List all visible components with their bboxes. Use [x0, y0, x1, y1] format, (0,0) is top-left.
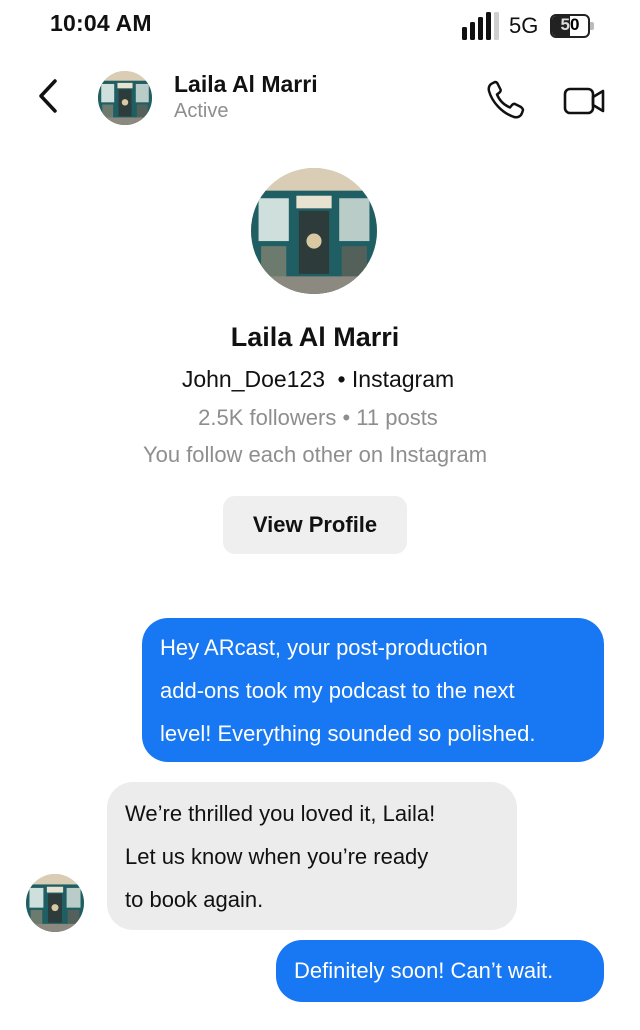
view-profile-button[interactable]: View Profile [223, 496, 407, 554]
phone-icon [487, 80, 525, 119]
storefront-avatar-image [251, 168, 377, 294]
message-line: level! Everything sounded so polished. [160, 721, 536, 746]
back-button[interactable] [30, 74, 66, 118]
chevron-left-icon [39, 79, 57, 113]
profile-handle-row: John_Doe123 • Instagram [0, 366, 636, 393]
message-line: We’re thrilled you loved it, Laila! [125, 801, 436, 826]
profile-name: Laila Al Marri [230, 322, 400, 352]
message-line: Let us know when you’re ready [125, 844, 429, 869]
message-line: Hey ARcast, your post-production [160, 635, 488, 660]
battery-icon: 50 [550, 14, 594, 38]
header-avatar[interactable] [98, 71, 152, 125]
message-bubble-outgoing[interactable]: Definitely soon! Can’t wait. [276, 940, 604, 1002]
message-bubble-incoming[interactable]: We’re thrilled you loved it, Laila! Let … [107, 782, 517, 930]
message-bubble-outgoing[interactable]: Hey ARcast, your post-production add-ons… [142, 618, 604, 762]
status-time: 10:04 AM [50, 10, 152, 36]
profile-stats: 2.5K followers • 11 posts [198, 405, 438, 430]
message-line: to book again. [125, 887, 264, 912]
storefront-avatar-image [26, 874, 84, 932]
call-button[interactable] [484, 78, 528, 122]
video-camera-icon [563, 87, 605, 115]
sender-avatar[interactable] [26, 874, 84, 932]
network-type: 5G [509, 13, 539, 38]
message-line: add-ons took my podcast to the next [160, 678, 515, 703]
battery-level: 50 [560, 15, 580, 34]
status-bar: 10:04 AM 5G 50 [0, 0, 640, 50]
profile-avatar[interactable] [251, 168, 377, 294]
contact-status: Active [174, 100, 229, 122]
storefront-avatar-image [98, 71, 152, 125]
message-line: Definitely soon! Can’t wait. [294, 958, 554, 983]
profile-platform: • Instagram [337, 366, 455, 392]
chat-header: Laila Al Marri Active [0, 58, 640, 142]
signal-strength-icon [462, 12, 499, 40]
battery-nub [590, 22, 594, 30]
video-call-button[interactable] [560, 78, 608, 122]
profile-mutual-follow: You follow each other on Instagram [142, 442, 488, 467]
profile-handle: John_Doe123 [181, 366, 326, 392]
contact-name[interactable]: Laila Al Marri [174, 71, 318, 98]
